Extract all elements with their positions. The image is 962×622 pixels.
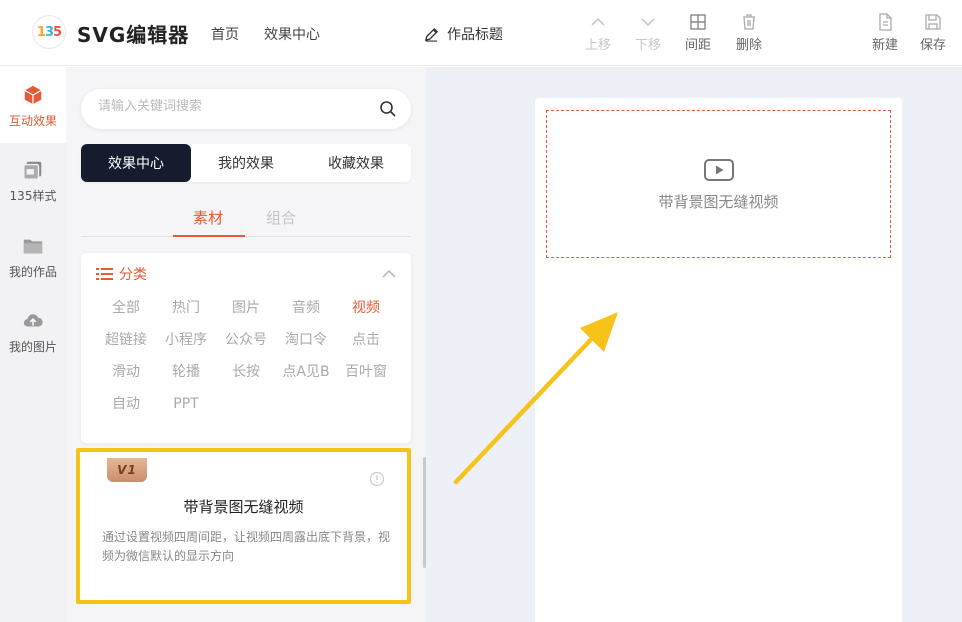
subtabs: 素材 组合 — [81, 197, 411, 237]
chevron-up-icon — [591, 17, 605, 26]
search-box — [81, 89, 411, 129]
new-button[interactable]: 新建 — [867, 13, 903, 53]
save-label: 保存 — [919, 38, 946, 53]
subtab-combos[interactable]: 组合 — [266, 207, 296, 228]
category-ppt[interactable]: PPT — [156, 394, 216, 414]
category-header[interactable]: 分类 — [96, 264, 147, 284]
spacing-label: 间距 — [684, 38, 711, 53]
category-carousel[interactable]: 轮播 — [156, 362, 216, 382]
play-video-icon — [703, 158, 734, 181]
new-label: 新建 — [871, 38, 898, 53]
version-badge: V1 — [107, 458, 147, 482]
move-up-button[interactable]: 上移 — [580, 13, 616, 53]
search-input[interactable] — [98, 99, 368, 114]
category-click-a-see-b[interactable]: 点A见B — [276, 362, 336, 382]
move-down-label: 下移 — [634, 38, 661, 53]
category-title: 分类 — [119, 267, 147, 283]
app-logo[interactable]: 135 — [33, 16, 65, 48]
rail-item-label: 我的图片 — [8, 340, 57, 354]
category-card: 分类 全部 热门 图片 音频 视频 超链接 小程序 公众号 淘口令 点击 滑动 … — [81, 253, 411, 443]
move-down-button[interactable]: 下移 — [630, 13, 666, 53]
effect-card[interactable]: V1 带背景图无缝视频 通过设置视频四周间距，让视频四周露出底下背景，视频为微信… — [76, 448, 411, 604]
grid-plus-icon — [690, 14, 706, 30]
trash-icon — [743, 14, 755, 30]
new-file-icon — [879, 13, 892, 31]
category-image[interactable]: 图片 — [216, 298, 276, 318]
category-audio[interactable]: 音频 — [276, 298, 336, 318]
category-hot[interactable]: 热门 — [156, 298, 216, 318]
rail-item-interactive-effects[interactable]: 互动效果 — [0, 67, 66, 143]
panel-tabs: 效果中心 我的效果 收藏效果 — [81, 144, 411, 182]
category-all[interactable]: 全部 — [96, 298, 156, 318]
rail-item-135-styles[interactable]: 135样式 — [0, 159, 66, 204]
subtab-underline — [173, 235, 245, 237]
cube-icon — [24, 85, 42, 105]
save-button[interactable]: 保存 — [915, 13, 951, 53]
list-icon — [96, 268, 113, 280]
category-swipe[interactable]: 滑动 — [96, 362, 156, 382]
app-title: SVG编辑器 — [77, 23, 190, 47]
left-rail: 互动效果 135样式 我的作品 我的图片 — [0, 67, 66, 622]
work-title-text: 作品标题 — [447, 27, 503, 43]
category-blinds[interactable]: 百叶窗 — [336, 362, 396, 382]
placeholder-label: 带背景图无缝视频 — [658, 192, 779, 211]
delete-label: 删除 — [735, 38, 762, 53]
category-grid: 全部 热门 图片 音频 视频 超链接 小程序 公众号 淘口令 点击 滑动 轮播 … — [96, 298, 406, 414]
effect-description: 通过设置视频四周间距，让视频四周露出底下背景，视频为微信默认的显示方向 — [102, 530, 391, 563]
video-placeholder[interactable]: 带背景图无缝视频 — [546, 110, 891, 258]
rail-item-label: 互动效果 — [8, 114, 57, 128]
search-icon[interactable] — [379, 100, 397, 118]
layers-icon — [23, 161, 42, 180]
delete-button[interactable]: 删除 — [731, 13, 767, 53]
effect-title: 带背景图无缝视频 — [183, 498, 304, 516]
folder-icon — [23, 239, 43, 254]
tab-effect-center[interactable]: 效果中心 — [81, 144, 191, 182]
nav-home-link[interactable]: 首页 — [211, 24, 239, 44]
effects-panel: 效果中心 我的效果 收藏效果 素材 组合 分类 全部 热门 图片 音频 视频 超… — [66, 67, 426, 622]
top-toolbar: 135 SVG编辑器 首页 效果中心 作品标题 上移 下移 间距 删除 新建 保… — [0, 0, 962, 66]
save-icon — [925, 14, 941, 30]
pencil-icon — [424, 27, 439, 42]
info-icon[interactable] — [369, 471, 385, 487]
chevron-down-icon — [641, 18, 655, 27]
category-mini-program[interactable]: 小程序 — [156, 330, 216, 350]
category-long-press[interactable]: 长按 — [216, 362, 276, 382]
editor-page: 带背景图无缝视频 — [535, 98, 902, 622]
rail-item-my-works[interactable]: 我的作品 — [0, 235, 66, 280]
category-video[interactable]: 视频 — [336, 298, 396, 318]
chevron-up-icon[interactable] — [381, 266, 397, 282]
rail-item-label: 135样式 — [9, 189, 57, 203]
category-hyperlink[interactable]: 超链接 — [96, 330, 156, 350]
rail-item-label: 我的作品 — [8, 265, 57, 279]
category-taobao-code[interactable]: 淘口令 — [276, 330, 336, 350]
cloud-upload-icon — [23, 314, 43, 327]
move-up-label: 上移 — [584, 38, 611, 53]
canvas-area: 带背景图无缝视频 — [426, 67, 962, 622]
rail-item-my-images[interactable]: 我的图片 — [0, 310, 66, 355]
category-click[interactable]: 点击 — [336, 330, 396, 350]
category-auto[interactable]: 自动 — [96, 394, 156, 414]
work-title[interactable]: 作品标题 — [424, 24, 503, 44]
tab-favorite-effects[interactable]: 收藏效果 — [301, 144, 411, 182]
spacing-button[interactable]: 间距 — [680, 13, 716, 53]
nav-effect-center-link[interactable]: 效果中心 — [264, 24, 320, 44]
subtab-materials[interactable]: 素材 — [193, 207, 223, 228]
category-official-account[interactable]: 公众号 — [216, 330, 276, 350]
tab-my-effects[interactable]: 我的效果 — [191, 144, 301, 182]
